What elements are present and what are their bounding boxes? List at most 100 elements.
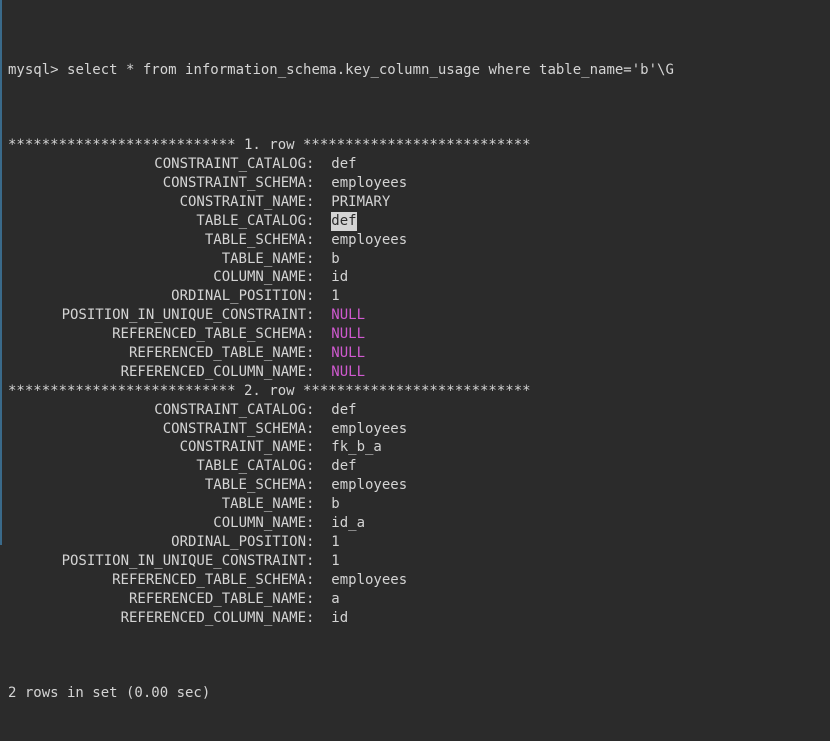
field-key: CONSTRAINT_NAME — [8, 193, 306, 212]
field-value: NULL — [331, 325, 365, 344]
field-value: id — [331, 268, 348, 287]
field-colon: : — [306, 344, 331, 363]
field-key: CONSTRAINT_CATALOG — [8, 401, 306, 420]
field-colon: : — [306, 514, 331, 533]
result-field: CONSTRAINT_CATALOG: def — [8, 401, 824, 420]
field-key: REFERENCED_COLUMN_NAME — [8, 609, 306, 628]
result-field: REFERENCED_COLUMN_NAME: NULL — [8, 363, 824, 382]
field-key: TABLE_NAME — [8, 250, 306, 269]
result-field: POSITION_IN_UNIQUE_CONSTRAINT: 1 — [8, 552, 824, 571]
field-colon: : — [306, 155, 331, 174]
field-colon: : — [306, 438, 331, 457]
field-colon: : — [306, 476, 331, 495]
row-separator: *************************** 2. row *****… — [8, 382, 824, 401]
result-field: REFERENCED_TABLE_NAME: NULL — [8, 344, 824, 363]
result-field: REFERENCED_TABLE_SCHEMA: employees — [8, 571, 824, 590]
field-colon: : — [306, 231, 331, 250]
field-colon: : — [306, 590, 331, 609]
field-colon: : — [306, 457, 331, 476]
result-field: REFERENCED_COLUMN_NAME: id — [8, 609, 824, 628]
result-field: CONSTRAINT_SCHEMA: employees — [8, 174, 824, 193]
field-value: NULL — [331, 306, 365, 325]
field-colon: : — [306, 268, 331, 287]
field-colon: : — [306, 212, 331, 231]
result-field: TABLE_CATALOG: def — [8, 457, 824, 476]
field-value: employees — [331, 174, 407, 193]
result-field: CONSTRAINT_SCHEMA: employees — [8, 420, 824, 439]
field-key: CONSTRAINT_SCHEMA — [8, 174, 306, 193]
result-field: CONSTRAINT_CATALOG: def — [8, 155, 824, 174]
field-colon: : — [306, 193, 331, 212]
field-value: employees — [331, 571, 407, 590]
result-field: ORDINAL_POSITION: 1 — [8, 287, 824, 306]
field-value: def — [331, 155, 356, 174]
prompt-line: mysql> select * from information_schema.… — [8, 61, 824, 80]
field-key: TABLE_CATALOG — [8, 212, 306, 231]
field-colon: : — [306, 495, 331, 514]
field-key: POSITION_IN_UNIQUE_CONSTRAINT — [8, 306, 306, 325]
field-value: PRIMARY — [331, 193, 390, 212]
field-key: TABLE_CATALOG — [8, 457, 306, 476]
field-value: id — [331, 609, 348, 628]
result-field: COLUMN_NAME: id — [8, 268, 824, 287]
field-value: fk_b_a — [331, 438, 382, 457]
field-key: TABLE_SCHEMA — [8, 476, 306, 495]
result-field: REFERENCED_TABLE_NAME: a — [8, 590, 824, 609]
field-colon: : — [306, 306, 331, 325]
field-key: REFERENCED_TABLE_NAME — [8, 344, 306, 363]
field-colon: : — [306, 325, 331, 344]
field-colon: : — [306, 571, 331, 590]
field-value: a — [331, 590, 339, 609]
field-colon: : — [306, 287, 331, 306]
field-colon: : — [306, 401, 331, 420]
field-value: employees — [331, 476, 407, 495]
field-value: def — [331, 212, 356, 231]
field-value: id_a — [331, 514, 365, 533]
field-key: ORDINAL_POSITION — [8, 287, 306, 306]
field-value: NULL — [331, 344, 365, 363]
field-colon: : — [306, 609, 331, 628]
result-field: REFERENCED_TABLE_SCHEMA: NULL — [8, 325, 824, 344]
field-key: ORDINAL_POSITION — [8, 533, 306, 552]
field-value: def — [331, 401, 356, 420]
field-key: CONSTRAINT_SCHEMA — [8, 420, 306, 439]
status-line: 2 rows in set (0.00 sec) — [8, 684, 824, 703]
field-value: b — [331, 250, 339, 269]
field-colon: : — [306, 420, 331, 439]
sql-query: select * from information_schema.key_col… — [67, 62, 674, 78]
result-field: COLUMN_NAME: id_a — [8, 514, 824, 533]
field-value: employees — [331, 420, 407, 439]
field-key: COLUMN_NAME — [8, 268, 306, 287]
field-key: REFERENCED_TABLE_SCHEMA — [8, 571, 306, 590]
field-key: REFERENCED_COLUMN_NAME — [8, 363, 306, 382]
result-field: TABLE_CATALOG: def — [8, 212, 824, 231]
field-value: employees — [331, 231, 407, 250]
result-field: TABLE_SCHEMA: employees — [8, 231, 824, 250]
mysql-prompt: mysql> — [8, 62, 59, 78]
field-key: TABLE_NAME — [8, 495, 306, 514]
field-value: b — [331, 495, 339, 514]
field-value: 1 — [331, 533, 339, 552]
field-key: POSITION_IN_UNIQUE_CONSTRAINT — [8, 552, 306, 571]
field-value: def — [331, 457, 356, 476]
field-key: COLUMN_NAME — [8, 514, 306, 533]
result-field: CONSTRAINT_NAME: PRIMARY — [8, 193, 824, 212]
terminal-output[interactable]: mysql> select * from information_schema.… — [8, 4, 824, 741]
field-value: 1 — [331, 287, 339, 306]
field-colon: : — [306, 174, 331, 193]
result-field: CONSTRAINT_NAME: fk_b_a — [8, 438, 824, 457]
field-value: 1 — [331, 552, 339, 571]
field-colon: : — [306, 533, 331, 552]
field-key: REFERENCED_TABLE_SCHEMA — [8, 325, 306, 344]
field-colon: : — [306, 552, 331, 571]
field-key: CONSTRAINT_NAME — [8, 438, 306, 457]
field-colon: : — [306, 363, 331, 382]
field-value: NULL — [331, 363, 365, 382]
result-field: POSITION_IN_UNIQUE_CONSTRAINT: NULL — [8, 306, 824, 325]
result-field: TABLE_SCHEMA: employees — [8, 476, 824, 495]
result-field: ORDINAL_POSITION: 1 — [8, 533, 824, 552]
field-key: REFERENCED_TABLE_NAME — [8, 590, 306, 609]
result-field: TABLE_NAME: b — [8, 250, 824, 269]
field-key: TABLE_SCHEMA — [8, 231, 306, 250]
field-key: CONSTRAINT_CATALOG — [8, 155, 306, 174]
